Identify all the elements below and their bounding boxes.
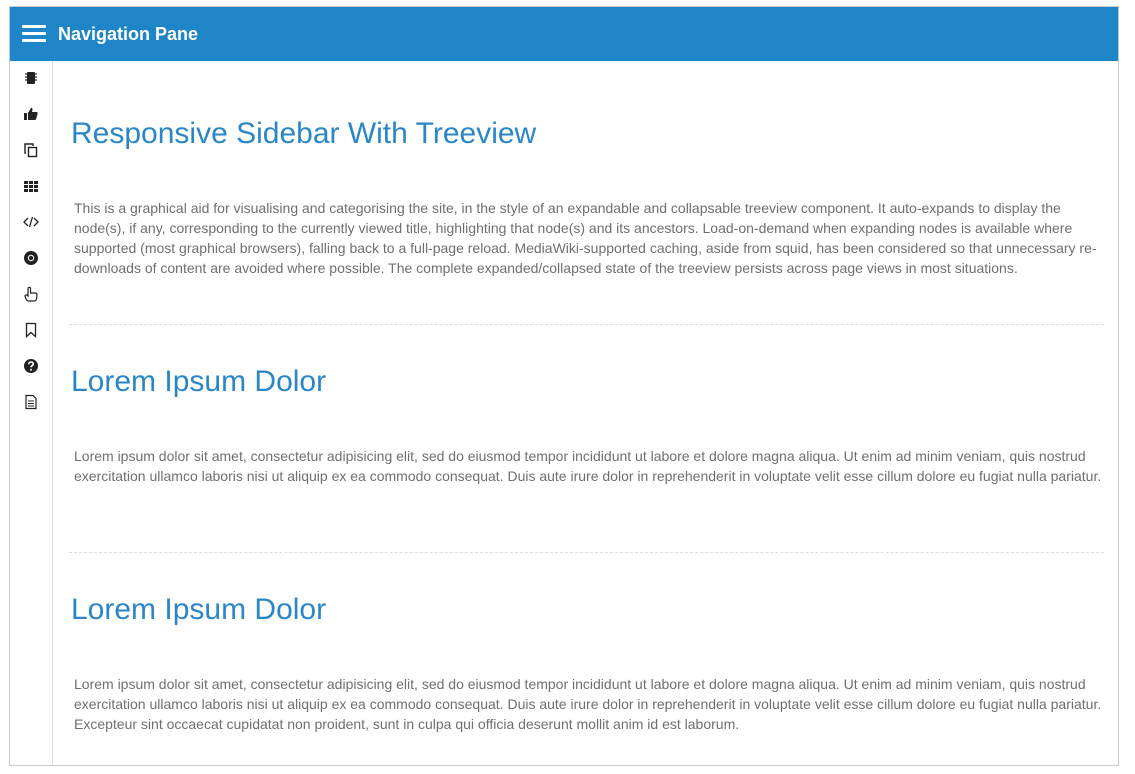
section-divider	[69, 324, 1104, 325]
hand-point-up-icon	[24, 286, 38, 302]
sidebar-item-chrome[interactable]	[10, 245, 52, 271]
sidebar-item-chip[interactable]	[10, 65, 52, 91]
content-section: Lorem Ipsum Dolor Lorem ipsum dolor sit …	[69, 365, 1104, 505]
section-body: Lorem ipsum dolor sit amet, consectetur …	[74, 676, 1102, 732]
app-frame: Navigation Pane Responsive Sidebar With …	[9, 6, 1119, 766]
copy-icon	[24, 143, 38, 158]
sidebar-item-hand-point-up[interactable]	[10, 281, 52, 307]
section-heading: Lorem Ipsum Dolor	[71, 365, 327, 398]
question-circle-icon	[24, 359, 38, 373]
content-section: Responsive Sidebar With Treeview This is…	[69, 117, 1104, 317]
top-bar: Navigation Pane	[10, 7, 1118, 61]
chrome-icon	[24, 251, 38, 265]
hamburger-menu-icon[interactable]	[22, 25, 46, 43]
sidebar-item-thumbs-up[interactable]	[10, 101, 52, 127]
sidebar-item-help[interactable]	[10, 353, 52, 379]
section-divider	[69, 552, 1104, 553]
sidebar-item-copy[interactable]	[10, 137, 52, 163]
code-icon	[23, 216, 39, 228]
icon-sidebar	[10, 61, 53, 765]
section-heading: Lorem Ipsum Dolor	[71, 593, 327, 626]
sidebar-item-grid[interactable]	[10, 173, 52, 199]
document-icon	[25, 394, 37, 410]
grid-icon	[24, 181, 38, 192]
chip-icon	[25, 72, 37, 84]
section-heading: Responsive Sidebar With Treeview	[71, 117, 537, 150]
bookmark-icon	[25, 322, 37, 338]
sidebar-item-bookmark[interactable]	[10, 317, 52, 343]
section-body: This is a graphical aid for visualising …	[74, 200, 1097, 276]
thumbs-up-icon	[24, 107, 38, 120]
section-body: Lorem ipsum dolor sit amet, consectetur …	[74, 448, 1102, 484]
main-content: Responsive Sidebar With Treeview This is…	[53, 61, 1118, 765]
page-title: Navigation Pane	[58, 24, 199, 44]
sidebar-item-code[interactable]	[10, 209, 52, 235]
content-section: Lorem Ipsum Dolor Lorem ipsum dolor sit …	[69, 593, 1104, 733]
sidebar-item-document[interactable]	[10, 389, 52, 415]
